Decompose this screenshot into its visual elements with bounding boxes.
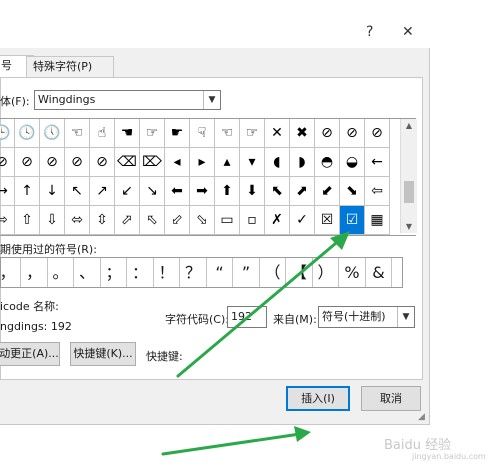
annotation-arrow-to-symbol	[176, 231, 350, 378]
watermark-text: Baidu 经验	[384, 438, 452, 453]
annotation-overlay	[161, 231, 350, 456]
annotation-arrow-to-insert	[161, 426, 311, 456]
watermark-url: jingyan.baidu.com	[412, 452, 486, 461]
